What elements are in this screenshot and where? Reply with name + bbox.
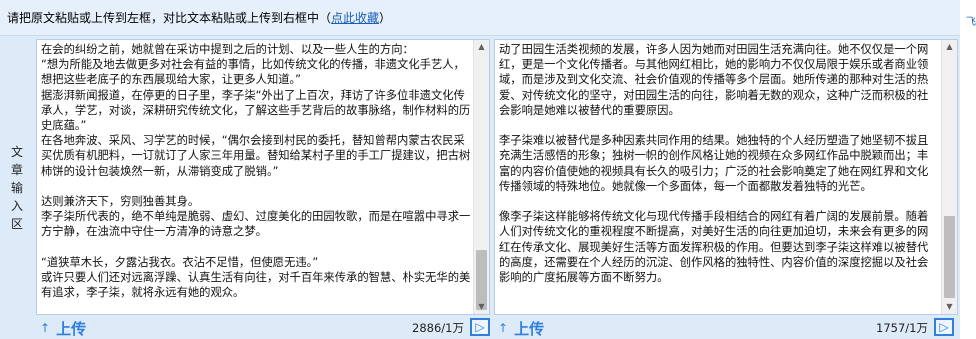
send-compare-icon: ▷ <box>939 320 949 334</box>
right-editor-scrollbar[interactable]: ▲ ▼ <box>941 40 957 314</box>
right-editor-panel: 动了田园生活类视频的发展，许多人因为她而对田园生活充满向往。她不仅仅是一个网红，… <box>492 36 960 339</box>
right-editor-content[interactable]: 动了田园生活类视频的发展，许多人因为她而对田园生活充满向往。她不仅仅是一个网红，… <box>499 42 939 314</box>
right-editor-footer: ↑ 上传 1757/1万 ▷ <box>492 315 960 339</box>
right-scroll-thumb[interactable] <box>944 216 955 298</box>
left-upload-button[interactable]: ↑ 上传 <box>40 317 86 339</box>
left-editor-footer: ↑ 上传 2886/1万 ▷ <box>34 315 492 339</box>
send-compare-icon: ▷ <box>475 320 485 334</box>
upload-arrow-icon: ↑ <box>40 321 51 335</box>
left-send-button[interactable]: ▷ <box>470 318 490 336</box>
left-upload-label: 上传 <box>56 319 87 338</box>
right-send-button[interactable]: ▷ <box>934 318 954 336</box>
right-upload-label: 上传 <box>514 319 545 338</box>
scroll-up-icon[interactable]: ▲ <box>942 40 957 54</box>
left-text-editor[interactable]: 在会的纠纷之前，她就曾在采访中提到之后的计划、以及一些人生的方向： “想为所能及… <box>36 39 490 315</box>
left-editor-scrollbar[interactable]: ▲ ▼ <box>473 40 489 314</box>
right-upload-button[interactable]: ↑ 上传 <box>498 317 544 339</box>
edge-cut-text: 飞 <box>966 17 976 28</box>
bookmark-link[interactable]: 点此收藏 <box>331 11 379 25</box>
left-editor-panel: 在会的纠纷之前，她就曾在采访中提到之后的计划、以及一些人生的方向： “想为所能及… <box>34 36 492 339</box>
left-editor-content[interactable]: 在会的纠纷之前，她就曾在采访中提到之后的计划、以及一些人生的方向： “想为所能及… <box>41 42 471 314</box>
left-char-count: 2886/1万 <box>412 321 464 335</box>
right-text-editor[interactable]: 动了田园生活类视频的发展，许多人因为她而对田园生活充满向往。她不仅仅是一个网红，… <box>494 39 958 315</box>
side-label-text: 文章输入区 <box>10 144 23 231</box>
instruction-text: 请把原文粘贴或上传到左框，对比文本粘贴或上传到右框中（ <box>7 11 332 25</box>
instruction-close-paren: ） <box>379 11 392 25</box>
scroll-down-icon[interactable]: ▼ <box>474 300 489 314</box>
instruction-bar: 请把原文粘贴或上传到左框，对比文本粘贴或上传到右框中（点此收藏） <box>0 0 960 36</box>
article-input-area-label: 文章输入区 <box>0 36 34 339</box>
right-char-count: 1757/1万 <box>876 321 928 335</box>
upload-arrow-icon: ↑ <box>498 321 509 335</box>
scroll-down-icon[interactable]: ▼ <box>942 300 957 314</box>
scroll-up-icon[interactable]: ▲ <box>474 40 489 54</box>
